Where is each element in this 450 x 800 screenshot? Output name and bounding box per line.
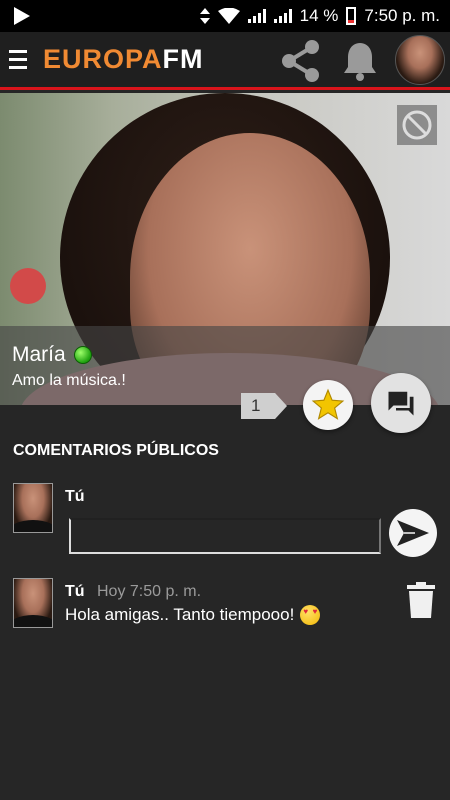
app-logo: EUROPAFM	[43, 44, 204, 75]
play-icon	[14, 7, 30, 25]
comment-text: Hola amigas.. Tanto tiempooo!	[65, 605, 295, 624]
bell-icon[interactable]	[342, 41, 378, 81]
chat-button[interactable]	[371, 373, 431, 433]
background-flower	[10, 268, 46, 304]
comment-input[interactable]	[69, 518, 381, 554]
app-bar: EUROPAFM	[0, 32, 450, 90]
logo-part2: FM	[162, 44, 204, 74]
share-icon[interactable]	[280, 39, 322, 83]
profile-name-row: María	[12, 343, 92, 367]
logo-part1: EUROPA	[43, 44, 163, 74]
profile-header: María Amo la música.!	[0, 93, 450, 405]
composer-avatar	[13, 483, 53, 533]
comment-avatar	[13, 578, 53, 628]
profile-status: Amo la música.!	[12, 372, 126, 389]
data-arrows-icon	[199, 8, 210, 24]
chat-icon	[388, 391, 414, 416]
online-indicator	[73, 346, 92, 364]
send-button[interactable]	[389, 509, 437, 557]
comment-row: Hola amigas.. Tanto tiempooo!	[65, 605, 321, 625]
comment-author: Tú	[65, 583, 85, 600]
favorite-button[interactable]	[303, 380, 353, 430]
status-bar: 14 % 7:50 p. m.	[0, 0, 450, 32]
battery-icon	[346, 7, 357, 25]
user-avatar[interactable]	[395, 35, 445, 85]
signal-icon	[247, 9, 266, 23]
block-icon	[402, 110, 432, 140]
heart-eyes-emoji-icon	[300, 605, 321, 625]
send-icon	[397, 520, 429, 546]
battery-percent: 14 %	[299, 6, 339, 25]
hamburger-icon[interactable]	[9, 50, 27, 69]
wifi-icon	[217, 8, 240, 24]
comment-time: Hoy 7:50 p. m.	[97, 583, 202, 600]
composer-author: Tú	[65, 488, 85, 505]
clock: 7:50 p. m.	[364, 6, 440, 25]
profile-name: María	[12, 343, 66, 366]
block-button[interactable]	[397, 105, 437, 145]
signal-icon-2	[273, 9, 292, 23]
star-icon	[311, 388, 345, 420]
trash-icon[interactable]	[407, 582, 435, 618]
comments-title: COMENTARIOS PÚBLICOS	[13, 442, 219, 459]
